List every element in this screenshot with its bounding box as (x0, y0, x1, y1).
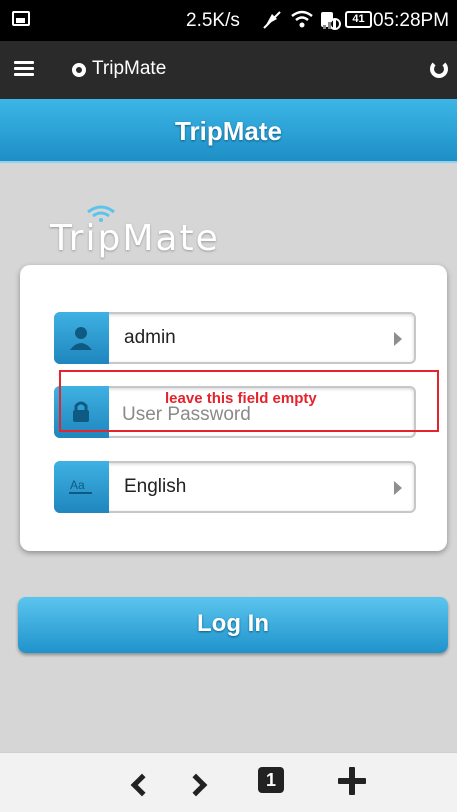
page-title: TripMate (175, 116, 282, 146)
mute-icon (263, 11, 281, 29)
menu-icon[interactable] (14, 61, 34, 77)
network-speed: 2.5K/s (186, 10, 240, 31)
new-tab-icon[interactable] (338, 767, 366, 795)
browser-toolbar: TripMate (0, 41, 457, 99)
svg-text:Aa: Aa (70, 478, 85, 492)
login-button[interactable]: Log In (18, 597, 448, 653)
user-icon (54, 312, 109, 364)
signal-icon (323, 19, 336, 29)
username-value: admin (124, 327, 176, 348)
back-icon (130, 773, 154, 797)
forward-icon (184, 773, 208, 797)
wifi-icon (291, 10, 313, 28)
back-button[interactable] (124, 769, 154, 799)
annotation-text: leave this field empty (165, 390, 317, 407)
tripmate-logo: TripMate (50, 218, 220, 259)
site-icon (72, 63, 86, 77)
browser-bottom-bar: 1 (0, 752, 457, 812)
image-icon (12, 11, 30, 26)
tabs-icon[interactable]: 1 (258, 767, 284, 793)
app-header: TripMate (0, 99, 457, 163)
language-value: English (124, 476, 187, 497)
clock: 05:28PM (373, 10, 450, 31)
refresh-icon[interactable] (430, 60, 448, 78)
forward-button[interactable] (184, 769, 216, 799)
battery-icon: 41 (345, 11, 372, 28)
language-select[interactable]: Aa English (54, 461, 416, 513)
chevron-right-icon[interactable] (394, 481, 402, 495)
username-select[interactable]: admin (54, 312, 416, 364)
language-icon: Aa (54, 461, 109, 513)
status-bar: 2.5K/s 41 05:28PM (0, 0, 457, 41)
chevron-right-icon[interactable] (394, 332, 402, 346)
tab-title[interactable]: TripMate (92, 58, 166, 80)
